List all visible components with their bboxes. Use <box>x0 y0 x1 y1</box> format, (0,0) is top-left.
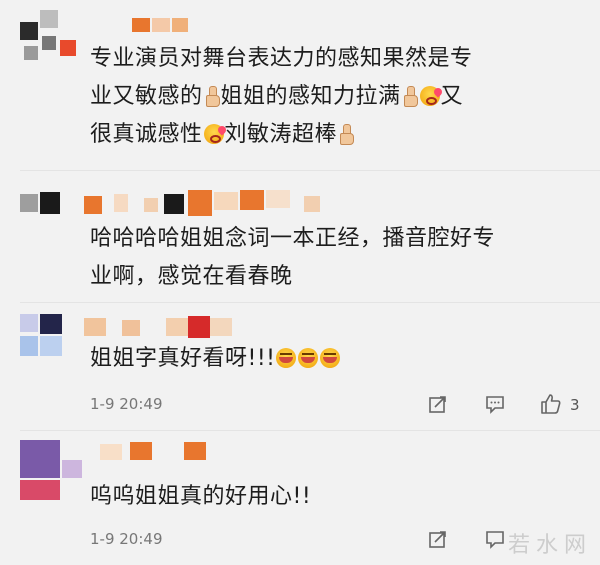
crying-emoji-icon <box>276 348 297 368</box>
redaction-block <box>114 194 128 212</box>
comment-date: 1-9 20:49 <box>90 395 163 413</box>
divider <box>20 170 600 171</box>
redaction-block <box>152 18 170 32</box>
avatar-pixel <box>42 36 56 50</box>
avatar-pixel <box>20 314 38 332</box>
redaction-block <box>188 190 212 216</box>
thumbs-up-emoji-icon <box>403 86 418 107</box>
avatar-pixel <box>40 10 58 28</box>
redaction-block <box>84 196 102 214</box>
redaction-block <box>130 442 152 460</box>
avatar[interactable] <box>20 440 86 502</box>
comment-line: 业啊，感觉在看春晚 <box>90 264 293 289</box>
redaction-block <box>132 18 150 32</box>
text-segment: 刘敏涛超棒 <box>224 122 338 147</box>
comment-line: 姐姐字真好看呀!!! <box>90 340 590 378</box>
comment-icon[interactable] <box>485 394 505 414</box>
comment-text: 姐姐字真好看呀!!! <box>90 340 590 378</box>
username-redacted[interactable] <box>84 316 234 338</box>
text-segment: 很真诚感性 <box>90 122 203 147</box>
text-segment: 业又敏感的 <box>90 84 203 109</box>
crying-emoji-icon <box>320 348 341 368</box>
comment-text: 呜呜姐姐真的好用心!! <box>90 478 590 516</box>
comment-line: 很真诚感性 刘敏涛超棒 <box>90 116 590 154</box>
comment-icon[interactable] <box>485 529 505 549</box>
watermark: 若水网 <box>507 533 592 558</box>
redaction-block <box>164 194 184 214</box>
share-icon[interactable] <box>428 529 448 549</box>
comment-text: 哈哈哈哈姐姐念词一本正经，播音腔好专 业啊，感觉在看春晚 <box>90 220 590 296</box>
divider <box>20 430 600 431</box>
redaction-block <box>266 190 290 208</box>
avatar-pixel <box>62 460 82 478</box>
comment-text: 专业演员对舞台表达力的感知果然是专 业又敏感的 姐姐的感知力拉满 又 很真诚感性 刘敏… <box>90 40 590 154</box>
avatar-pixel <box>20 480 60 500</box>
redaction-block <box>144 198 158 212</box>
username-redacted[interactable] <box>84 188 344 218</box>
crying-emoji-icon <box>298 348 319 368</box>
redaction-block <box>210 318 232 336</box>
avatar-pixel <box>20 336 38 356</box>
redaction-block <box>304 196 320 212</box>
comment-line: 呜呜姐姐真的好用心!! <box>90 484 312 509</box>
comment-line: 业又敏感的 姐姐的感知力拉满 又 <box>90 78 590 116</box>
avatar-pixel <box>20 22 38 40</box>
avatar-pixel <box>20 440 60 478</box>
redaction-block <box>166 318 188 336</box>
avatar-pixel <box>24 46 38 60</box>
avatar[interactable] <box>20 10 82 62</box>
redaction-block <box>188 316 210 338</box>
username-redacted[interactable] <box>100 442 210 462</box>
divider <box>20 302 600 303</box>
share-icon[interactable] <box>428 394 448 414</box>
thumbs-up-emoji-icon <box>205 86 220 107</box>
like-count: 3 <box>570 396 580 414</box>
redaction-block <box>122 320 140 336</box>
thumbs-up-emoji-icon <box>339 124 355 145</box>
avatar-pixel <box>40 314 62 334</box>
redaction-block <box>84 318 106 336</box>
kiss-emoji-icon <box>419 86 440 106</box>
thumbs-up-icon[interactable] <box>540 393 562 415</box>
avatar[interactable] <box>20 314 64 358</box>
comment-date: 1-9 20:49 <box>90 530 163 548</box>
text-segment: 又 <box>440 84 464 109</box>
comment-line: 哈哈哈哈姐姐念词一本正经，播音腔好专 <box>90 226 496 251</box>
avatar-pixel <box>40 336 62 356</box>
redaction-block <box>240 190 264 210</box>
avatar[interactable] <box>20 188 82 224</box>
avatar-pixel <box>40 192 60 214</box>
comment-line: 专业演员对舞台表达力的感知果然是专 <box>90 46 473 71</box>
redaction-block <box>214 192 238 210</box>
username-redacted[interactable] <box>92 14 192 32</box>
redaction-block <box>172 18 188 32</box>
avatar-pixel <box>20 194 38 212</box>
redaction-block <box>100 444 122 460</box>
kiss-emoji-icon <box>203 124 224 144</box>
text-segment: 姐姐的感知力拉满 <box>220 84 401 109</box>
avatar-pixel <box>60 40 76 56</box>
redaction-block <box>184 442 206 460</box>
text-segment: 姐姐字真好看呀!!! <box>90 346 276 371</box>
